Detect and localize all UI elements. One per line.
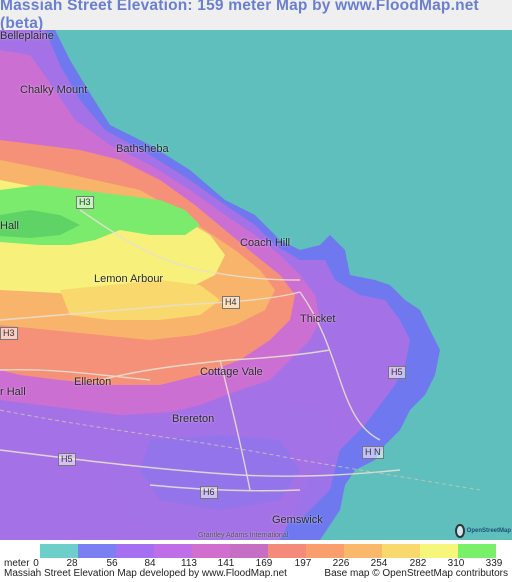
- openstreetmap-logo[interactable]: OpenStreetMap: [455, 520, 511, 540]
- legend-swatch: [154, 544, 192, 558]
- legend-color-bar: [40, 544, 496, 558]
- elevation-layer: [0, 30, 481, 540]
- magnifier-icon: [455, 524, 465, 538]
- legend-footer-basemap: Base map © OpenStreetMap contributors: [324, 568, 508, 579]
- place-label-coach-hill: Coach Hill: [240, 237, 291, 249]
- place-label-thicket: Thicket: [300, 313, 336, 325]
- place-label-airport: Grantley Adams International: [198, 532, 289, 539]
- place-label-cottage-vale: Cottage Vale: [200, 366, 263, 378]
- legend-swatch: [116, 544, 154, 558]
- place-label-hall: Hall: [0, 220, 19, 232]
- legend-swatch: [192, 544, 230, 558]
- road-shield-h3-west: H3: [0, 327, 18, 340]
- elevation-legend: meter 0 28 56 84 113 141 169 197 226 254…: [0, 540, 512, 582]
- place-label-ellerton: Ellerton: [74, 376, 112, 388]
- road-shield-h6: H6: [200, 486, 218, 499]
- page-title: Massiah Street Elevation: 159 meter Map …: [0, 0, 479, 32]
- legend-swatch: [40, 544, 78, 558]
- legend-footer-credit: Massiah Street Elevation Map developed b…: [4, 568, 287, 579]
- legend-swatch: [344, 544, 382, 558]
- openstreetmap-logo-text: OpenStreetMap: [466, 528, 511, 534]
- road-shield-h5-west: H5: [58, 453, 76, 466]
- legend-swatch: [420, 544, 458, 558]
- legend-swatch: [306, 544, 344, 558]
- place-label-lemon-arbour: Lemon Arbour: [94, 273, 164, 285]
- elevation-map[interactable]: Belleplaine Chalky Mount Bathsheba Coach…: [0, 30, 512, 540]
- place-label-belleplaine: Belleplaine: [0, 30, 54, 42]
- legend-swatch: [268, 544, 306, 558]
- place-label-brereton: Brereton: [172, 413, 215, 425]
- place-label-r-hall: r Hall: [0, 386, 26, 398]
- legend-swatch: [78, 544, 116, 558]
- place-label-chalky-mount: Chalky Mount: [20, 84, 88, 96]
- road-shield-h3: H3: [76, 196, 94, 209]
- road-shield-hn: H N: [362, 446, 384, 459]
- place-label-bathsheba: Bathsheba: [116, 143, 169, 155]
- legend-swatch: [382, 544, 420, 558]
- legend-tick: 197: [294, 558, 312, 569]
- road-shield-h5-east: H5: [388, 366, 406, 379]
- place-label-gemswick: Gemswick: [272, 514, 323, 526]
- legend-swatch: [458, 544, 496, 558]
- road-shield-h4: H4: [222, 296, 240, 309]
- legend-swatch: [230, 544, 268, 558]
